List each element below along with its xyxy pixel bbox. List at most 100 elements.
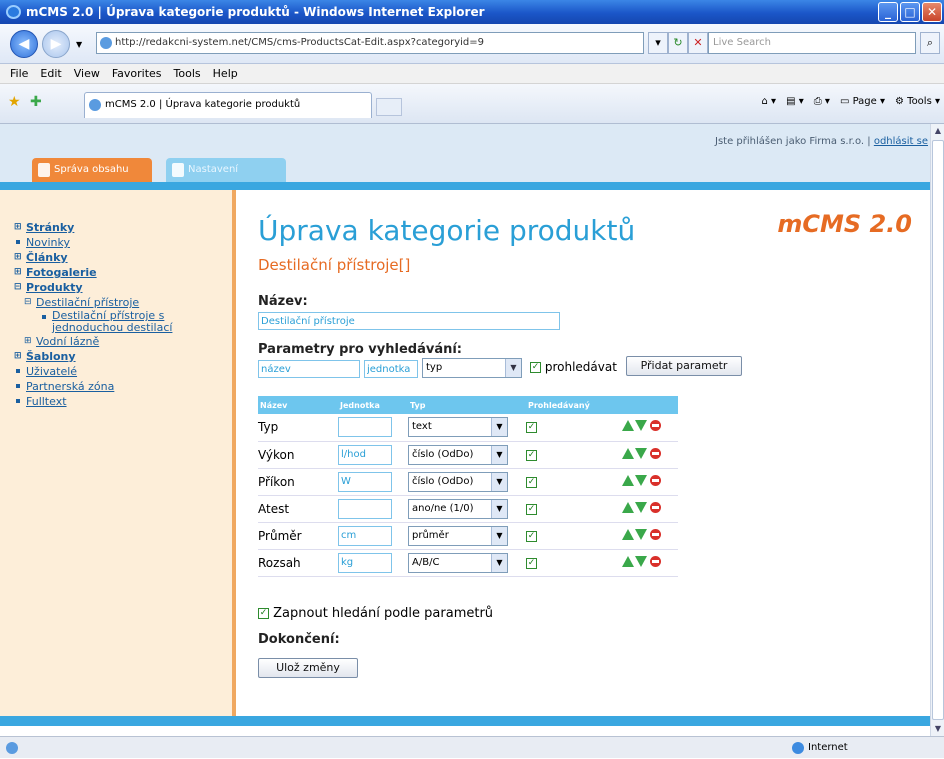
delete-icon[interactable] — [650, 528, 661, 540]
browser-tab[interactable]: mCMS 2.0 | Úprava kategorie produktů — [84, 92, 372, 118]
tab-settings[interactable]: Nastavení — [166, 158, 286, 182]
move-down-icon[interactable] — [635, 447, 647, 459]
menu-tools[interactable]: Tools — [168, 64, 207, 83]
move-down-icon[interactable] — [635, 420, 647, 432]
sidebar-item-pages[interactable]: ⊞ Stránky — [14, 220, 232, 235]
menu-help[interactable]: Help — [207, 64, 244, 83]
feeds-icon[interactable]: ▤ ▾ — [786, 96, 804, 107]
sidebar-item-partner-zone[interactable]: Partnerská zóna — [16, 379, 232, 394]
close-button[interactable]: ✕ — [922, 2, 942, 22]
save-changes-button[interactable]: Ulož změny — [258, 658, 358, 678]
param-unit-input[interactable] — [364, 360, 418, 378]
back-button[interactable]: ◀ — [10, 30, 38, 58]
sidebar-item-gallery[interactable]: ⊞ Fotogalerie — [14, 265, 232, 280]
param-unit-input[interactable]: l/hod — [338, 444, 392, 465]
favorites-star-icon[interactable]: ★ — [8, 94, 21, 110]
sidebar-item-articles[interactable]: ⊞ Články — [14, 250, 232, 265]
param-type-select[interactable]: ano/ne (1/0) ▼ — [408, 498, 508, 519]
move-up-icon[interactable] — [622, 420, 634, 432]
delete-icon[interactable] — [650, 555, 661, 567]
param-searchable-toggle[interactable]: ✓ prohledávat — [530, 360, 617, 374]
tab-content-management[interactable]: Správa obsahu — [32, 158, 152, 182]
checkbox-checked-icon[interactable]: ✓ — [530, 362, 541, 373]
searchable-checkbox[interactable]: ✓ — [526, 449, 537, 461]
searchable-checkbox[interactable]: ✓ — [526, 503, 537, 515]
move-down-icon[interactable] — [635, 474, 647, 486]
add-favorite-icon[interactable]: ✚ — [30, 94, 42, 110]
sidebar-item-users[interactable]: Uživatelé — [16, 364, 232, 379]
move-down-icon[interactable] — [635, 501, 647, 513]
scroll-down-icon[interactable]: ▼ — [931, 722, 944, 736]
address-dropdown-icon[interactable]: ▾ — [648, 32, 668, 54]
address-input[interactable]: http://redakcni-system.net/CMS/cms-Produ… — [96, 32, 644, 54]
delete-icon[interactable] — [650, 474, 661, 486]
tools-menu[interactable]: ⚙ Tools ▾ — [895, 96, 940, 107]
searchable-checkbox[interactable]: ✓ — [526, 557, 537, 569]
new-tab-button[interactable] — [376, 98, 402, 116]
sidebar-item-fulltext[interactable]: Fulltext — [16, 394, 232, 409]
move-up-icon[interactable] — [622, 501, 634, 513]
menu-favorites[interactable]: Favorites — [106, 64, 168, 83]
settings-icon — [172, 163, 184, 177]
delete-icon[interactable] — [650, 447, 661, 459]
table-row: Výkon l/hod číslo (OdDo) ▼ ✓ — [258, 441, 678, 469]
search-input[interactable]: Live Search — [708, 32, 916, 54]
param-unit-input[interactable]: W — [338, 471, 392, 492]
move-up-icon[interactable] — [622, 447, 634, 459]
param-type-select[interactable]: text ▼ — [408, 417, 508, 438]
menu-view[interactable]: View — [68, 64, 106, 83]
searchable-checkbox[interactable]: ✓ — [526, 476, 537, 488]
scroll-up-icon[interactable]: ▲ — [931, 124, 944, 138]
param-type-select[interactable]: A/B/C ▼ — [408, 552, 508, 573]
history-dropdown-icon[interactable]: ▼ — [76, 40, 82, 49]
sidebar-item-products[interactable]: ⊟ Produkty — [14, 280, 232, 295]
vertical-scrollbar[interactable]: ▲ ▼ — [930, 124, 944, 736]
sidebar-item-distillers[interactable]: ⊟ Destilační přístroje — [24, 295, 232, 310]
move-up-icon[interactable] — [622, 528, 634, 540]
delete-icon[interactable] — [650, 501, 661, 513]
search-icon[interactable]: ⌕ — [920, 32, 940, 54]
tab-favicon-icon — [89, 99, 101, 111]
move-up-icon[interactable] — [622, 555, 634, 567]
param-type-select[interactable]: průměr ▼ — [408, 525, 508, 546]
page-menu[interactable]: ▭ Page ▾ — [840, 96, 885, 107]
table-row: Typ text ▼ ✓ — [258, 414, 678, 442]
sidebar-item-news[interactable]: Novinky — [16, 235, 232, 250]
param-type-select[interactable]: číslo (OdDo) ▼ — [408, 444, 508, 465]
param-name-input[interactable] — [258, 360, 360, 378]
param-unit-input[interactable] — [338, 498, 392, 519]
param-unit-input[interactable]: cm — [338, 525, 392, 546]
logout-link[interactable]: odhlásit se — [874, 136, 928, 147]
window-title: mCMS 2.0 | Úprava kategorie produktů - W… — [26, 5, 485, 19]
print-icon[interactable]: ⎙ ▾ — [814, 96, 830, 107]
param-type-select[interactable]: typ ▼ — [422, 358, 522, 378]
sidebar-item-templates[interactable]: ⊞ Šablony — [14, 349, 232, 364]
maximize-button[interactable]: □ — [900, 2, 920, 22]
move-down-icon[interactable] — [635, 528, 647, 540]
param-name: Atest — [258, 495, 338, 523]
chevron-down-icon: ▼ — [505, 359, 521, 377]
param-unit-input[interactable] — [338, 417, 392, 438]
refresh-icon[interactable]: ↻ — [668, 32, 688, 54]
param-unit-input[interactable]: kg — [338, 552, 392, 573]
menu-edit[interactable]: Edit — [34, 64, 67, 83]
move-down-icon[interactable] — [635, 555, 647, 567]
header-divider — [0, 182, 930, 190]
stop-icon[interactable]: ✕ — [688, 32, 708, 54]
enable-param-search-toggle[interactable]: ✓ Zapnout hledání podle parametrů — [258, 606, 493, 621]
searchable-checkbox[interactable]: ✓ — [526, 530, 537, 542]
home-icon[interactable]: ⌂ ▾ — [762, 96, 777, 107]
sidebar-item-simple-distillers[interactable]: Destilační přístroje s jednoduchou desti… — [42, 310, 202, 334]
name-input[interactable] — [258, 312, 560, 330]
param-type-select[interactable]: číslo (OdDo) ▼ — [408, 471, 508, 492]
minimize-button[interactable]: _ — [878, 2, 898, 22]
sidebar-item-water-baths[interactable]: ⊞ Vodní lázně — [24, 334, 232, 349]
scroll-thumb[interactable] — [932, 140, 944, 720]
add-parameter-button[interactable]: Přidat parametr — [626, 356, 742, 376]
delete-icon[interactable] — [650, 420, 661, 432]
searchable-checkbox[interactable]: ✓ — [526, 422, 537, 434]
move-up-icon[interactable] — [622, 474, 634, 486]
menu-file[interactable]: File — [4, 64, 34, 83]
checkbox-checked-icon[interactable]: ✓ — [258, 608, 269, 619]
forward-button[interactable]: ▶ — [42, 30, 70, 58]
